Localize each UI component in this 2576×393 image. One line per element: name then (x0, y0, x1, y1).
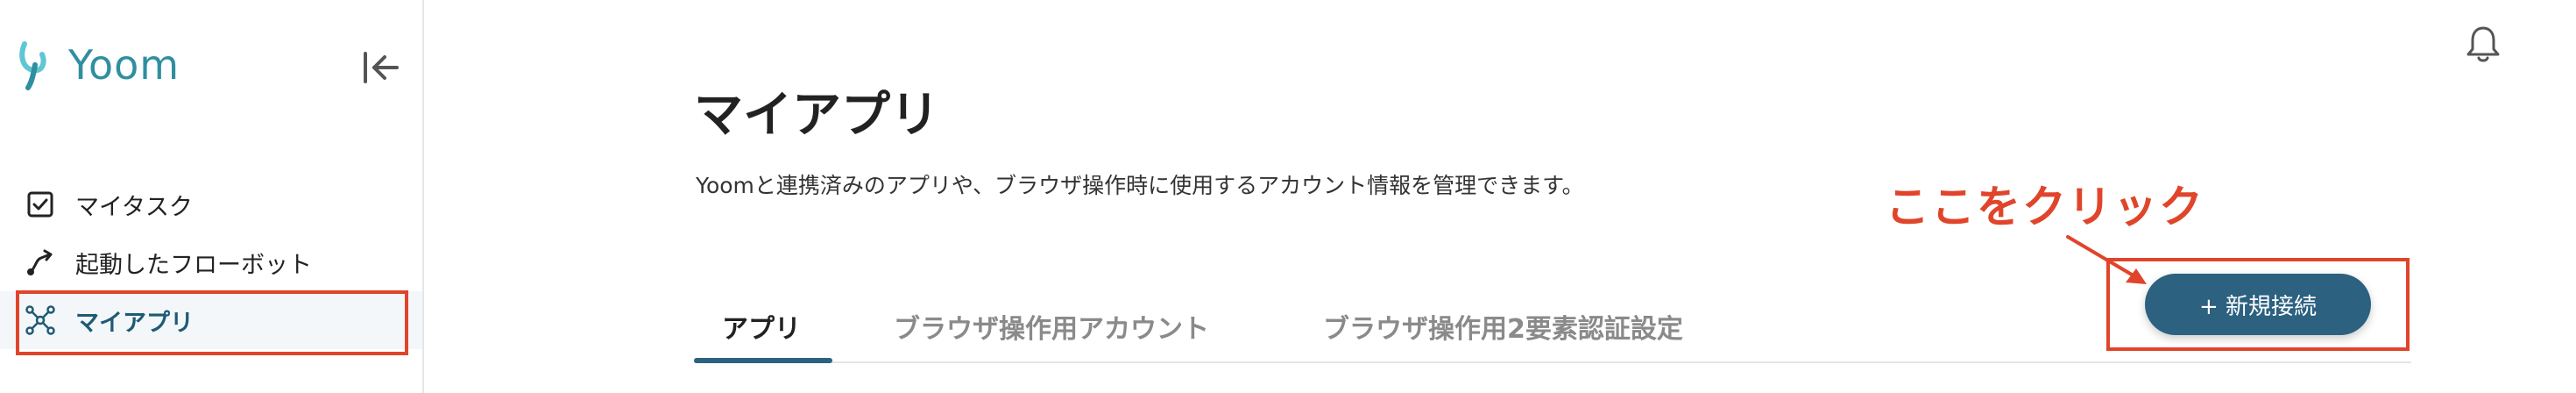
collapse-sidebar-button[interactable] (359, 46, 403, 89)
yoom-logo-icon (19, 41, 46, 90)
sidebar-item-label: マイタスク (75, 193, 193, 221)
collapse-left-icon (364, 52, 399, 83)
checkbox-icon (25, 189, 56, 220)
tab-browser-accounts[interactable]: ブラウザ操作用アカウント (894, 289, 1209, 363)
app-root: Yoom マイタスク 起動したフローボット マイアプリ マイアプリ Yoomと連… (0, 0, 2576, 393)
tab-label: ブラウザ操作用アカウント (894, 314, 1209, 345)
tab-label: アプリ (722, 314, 801, 345)
logo-text: Yoom (68, 41, 180, 89)
flow-icon (25, 247, 56, 278)
logo[interactable]: Yoom (16, 39, 180, 91)
sidebar-item-my-tasks[interactable]: マイタスク (0, 175, 422, 233)
page-description: Yoomと連携済みのアプリや、ブラウザ操作時に使用するアカウント情報を管理できま… (696, 173, 1584, 198)
highlight-box-my-apps (16, 290, 408, 355)
tab-label: ブラウザ操作用2要素認証設定 (1323, 314, 1683, 345)
page-title: マイアプリ (694, 87, 939, 144)
notifications-button[interactable] (2464, 23, 2502, 65)
sidebar: Yoom マイタスク 起動したフローボット マイアプリ (0, 0, 424, 393)
tab-bar: アプリ ブラウザ操作用アカウント ブラウザ操作用2要素認証設定 (694, 289, 2411, 363)
sidebar-item-label: 起動したフローボット (75, 251, 312, 279)
sidebar-item-flowbots[interactable]: 起動したフローボット (0, 233, 422, 291)
annotation-click-here: ここをクリック (1886, 182, 2204, 232)
bell-icon (2466, 26, 2500, 62)
tab-browser-2fa[interactable]: ブラウザ操作用2要素認証設定 (1323, 289, 1683, 363)
active-tab-indicator (694, 358, 832, 363)
tab-apps[interactable]: アプリ (722, 289, 801, 363)
